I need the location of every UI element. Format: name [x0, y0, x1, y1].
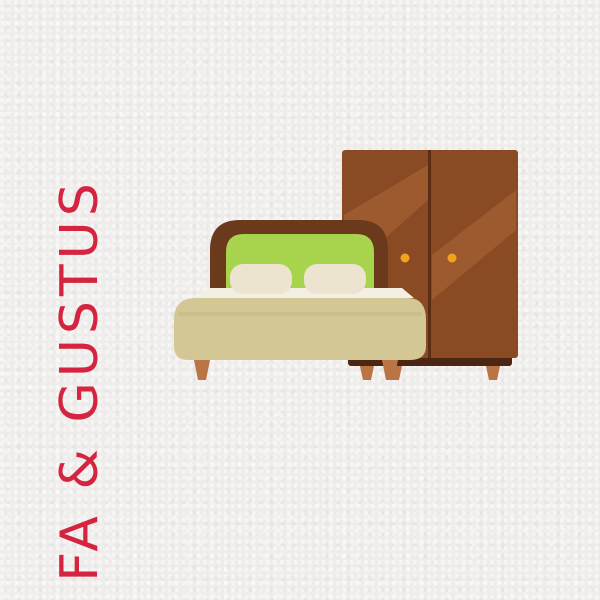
wardrobe-leg: [360, 366, 374, 380]
wardrobe-leg: [486, 366, 500, 380]
knob-icon: [447, 253, 457, 263]
canvas: FA & GUSTUS: [0, 0, 600, 600]
bed-mattress-band: [178, 312, 422, 316]
bed-sheet: [196, 288, 414, 298]
knob-icon: [400, 253, 410, 263]
furniture-illustration: [174, 150, 518, 380]
bed-mattress: [174, 298, 426, 360]
wardrobe-door-split: [428, 150, 431, 358]
bed-leg: [194, 360, 210, 380]
pillow-icon: [230, 264, 292, 294]
pillow-icon: [304, 264, 366, 294]
